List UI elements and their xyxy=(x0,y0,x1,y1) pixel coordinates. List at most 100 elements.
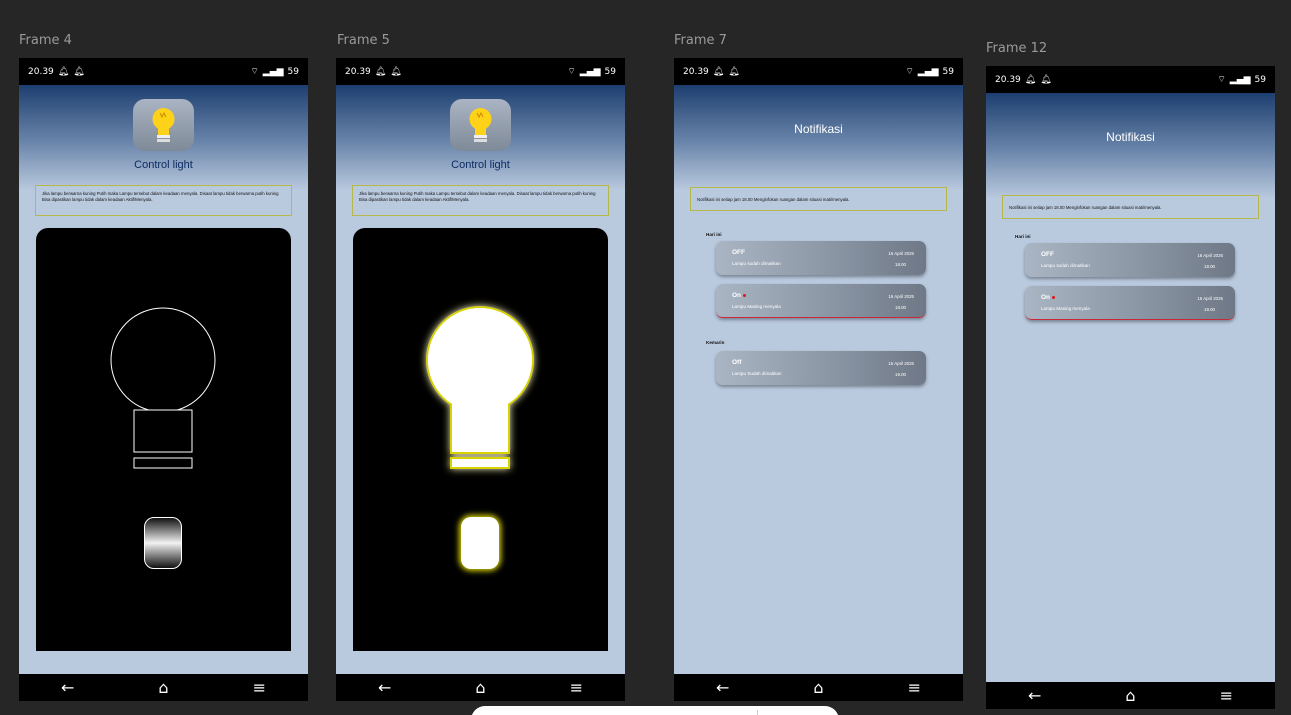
light-switch[interactable] xyxy=(461,517,499,569)
section-today: Hari ini xyxy=(1015,234,1031,239)
bell-icon: 🔔︎ xyxy=(728,66,740,77)
info-box: Jika lampu berwarna kuning Putih maka La… xyxy=(35,185,292,216)
app-icon xyxy=(450,99,511,151)
nav-bar: ← ⌂ ≡ xyxy=(19,674,308,701)
wifi-icon: ⌔ xyxy=(250,67,259,77)
app-icon xyxy=(133,99,194,151)
card-time: 18.00 xyxy=(1204,307,1215,312)
home-icon[interactable]: ⌂ xyxy=(475,679,485,696)
card-date: 16 April 2025 xyxy=(1197,253,1223,258)
card-status: OFF xyxy=(1041,251,1054,258)
back-icon[interactable]: ← xyxy=(1028,687,1041,704)
info-box: Notifikasi ini setiap jam 18.00 Menginfo… xyxy=(1002,195,1259,219)
bell-icon: 🔔︎ xyxy=(712,66,725,77)
bulb-outline xyxy=(110,307,216,469)
back-icon[interactable]: ← xyxy=(61,679,74,696)
light-panel xyxy=(353,228,608,651)
frame-label-7: Frame 7 xyxy=(674,33,727,48)
status-bar: 20.39 🔔︎ 🔔︎ ⌔ ▂▄▆ 59 xyxy=(986,66,1275,93)
battery-icon: 59 xyxy=(287,66,299,77)
notification-card[interactable]: On Lampu Masing menyala 16 April 2025 18… xyxy=(1025,286,1235,320)
menu-icon[interactable]: ≡ xyxy=(908,679,921,696)
signal-icon: ▂▄▆ xyxy=(262,66,284,77)
nav-bar: ← ⌂ ≡ xyxy=(986,682,1275,709)
bell-icon: 🔔︎ xyxy=(73,66,85,77)
card-status: OFF xyxy=(732,249,745,256)
notification-card[interactable]: On Lampu Masing menyala 16 April 2025 18… xyxy=(716,284,926,318)
alert-dot xyxy=(743,293,747,297)
section-today: Hari ini xyxy=(706,232,722,237)
status-time: 20.39 xyxy=(28,66,54,77)
wifi-icon: ⌔ xyxy=(1217,75,1226,85)
bell-icon: 🔔︎ xyxy=(1024,74,1037,85)
frame-label-5: Frame 5 xyxy=(337,33,390,48)
card-status: On xyxy=(732,292,747,299)
wifi-icon: ⌔ xyxy=(567,67,576,77)
status-bar: 20.39 🔔︎ 🔔︎ ⌔ ▂▄▆ 59 xyxy=(336,58,625,85)
status-time: 20.39 xyxy=(995,74,1021,85)
menu-icon[interactable]: ≡ xyxy=(253,679,266,696)
header-gradient xyxy=(986,93,1275,198)
card-date: 16 April 2025 xyxy=(888,294,914,299)
card-time: 18.00 xyxy=(1204,264,1215,269)
status-time: 20.39 xyxy=(345,66,371,77)
card-status: Off xyxy=(732,359,742,366)
lightbulb-icon xyxy=(469,108,492,142)
card-time: 19.00 xyxy=(895,372,906,377)
battery-icon: 59 xyxy=(1254,74,1266,85)
menu-icon[interactable]: ≡ xyxy=(570,679,583,696)
alert-dot xyxy=(1052,295,1056,299)
bell-icon: 🔔︎ xyxy=(1040,74,1052,85)
notification-card[interactable]: OFF Lampu sudah dimatikan 16 April 2025 … xyxy=(1025,243,1235,277)
nav-bar: ← ⌂ ≡ xyxy=(336,674,625,701)
notification-card[interactable]: Off Lampu Sudah dimatikan 15 April 2025 … xyxy=(716,351,926,385)
home-icon[interactable]: ⌂ xyxy=(158,679,168,696)
bulb-glow xyxy=(426,306,534,469)
card-desc: Lampu Masing menyala xyxy=(732,304,781,309)
light-switch[interactable] xyxy=(144,517,182,569)
frame-label-12: Frame 12 xyxy=(986,41,1048,56)
bell-icon: 🔔︎ xyxy=(390,66,402,77)
info-box: Notifikasi ini setiap jam 18.00 Menginfo… xyxy=(690,187,947,211)
status-time: 20.39 xyxy=(683,66,709,77)
back-icon[interactable]: ← xyxy=(378,679,391,696)
card-time: 18.00 xyxy=(895,262,906,267)
signal-icon: ▂▄▆ xyxy=(1229,74,1251,85)
frame-label-4: Frame 4 xyxy=(19,33,72,48)
bell-icon: 🔔︎ xyxy=(374,66,387,77)
card-status: On xyxy=(1041,294,1056,301)
battery-icon: 59 xyxy=(942,66,954,77)
battery-icon: 59 xyxy=(604,66,616,77)
canvas-toolbar[interactable] xyxy=(471,706,839,715)
bell-icon: 🔔︎ xyxy=(57,66,70,77)
card-date: 15 April 2025 xyxy=(888,361,914,366)
back-icon[interactable]: ← xyxy=(716,679,729,696)
card-desc: Lampu Masing menyala xyxy=(1041,306,1090,311)
home-icon[interactable]: ⌂ xyxy=(1125,687,1135,704)
phone-frame-12: 20.39 🔔︎ 🔔︎ ⌔ ▂▄▆ 59 Notifikasi Notifikasi i… xyxy=(986,66,1275,709)
control-title: Control light xyxy=(451,159,510,171)
phone-frame-7: 20.39 🔔︎ 🔔︎ ⌔ ▂▄▆ 59 Notifikasi Notifikasi i… xyxy=(674,58,963,701)
signal-icon: ▂▄▆ xyxy=(917,66,939,77)
page-title: Notifikasi xyxy=(1106,130,1155,144)
toolbar-divider xyxy=(757,710,758,715)
notification-card[interactable]: OFF Lampu sudah dimatikan 16 April 2025 … xyxy=(716,241,926,275)
section-yesterday: Kemarin xyxy=(706,340,725,345)
phone-frame-5: 20.39 🔔︎ 🔔︎ ⌔ ▂▄▆ 59 Control light Jika lamp… xyxy=(336,58,625,701)
status-bar: 20.39 🔔︎ 🔔︎ ⌔ ▂▄▆ 59 xyxy=(19,58,308,85)
control-title: Control light xyxy=(134,159,193,171)
home-icon[interactable]: ⌂ xyxy=(813,679,823,696)
wifi-icon: ⌔ xyxy=(905,67,914,77)
lightbulb-icon xyxy=(152,108,175,142)
nav-bar: ← ⌂ ≡ xyxy=(674,674,963,701)
card-desc: Lampu Sudah dimatikan xyxy=(732,371,782,376)
card-desc: Lampu sudah dimatikan xyxy=(1041,263,1090,268)
phone-frame-4: 20.39 🔔︎ 🔔︎ ⌔ ▂▄▆ 59 Control light Jika lamp… xyxy=(19,58,308,701)
menu-icon[interactable]: ≡ xyxy=(1220,687,1233,704)
card-time: 18.00 xyxy=(895,305,906,310)
card-date: 16 April 2025 xyxy=(888,251,914,256)
page-title: Notifikasi xyxy=(794,122,843,136)
header-gradient xyxy=(674,85,963,190)
card-date: 16 April 2025 xyxy=(1197,296,1223,301)
signal-icon: ▂▄▆ xyxy=(579,66,601,77)
